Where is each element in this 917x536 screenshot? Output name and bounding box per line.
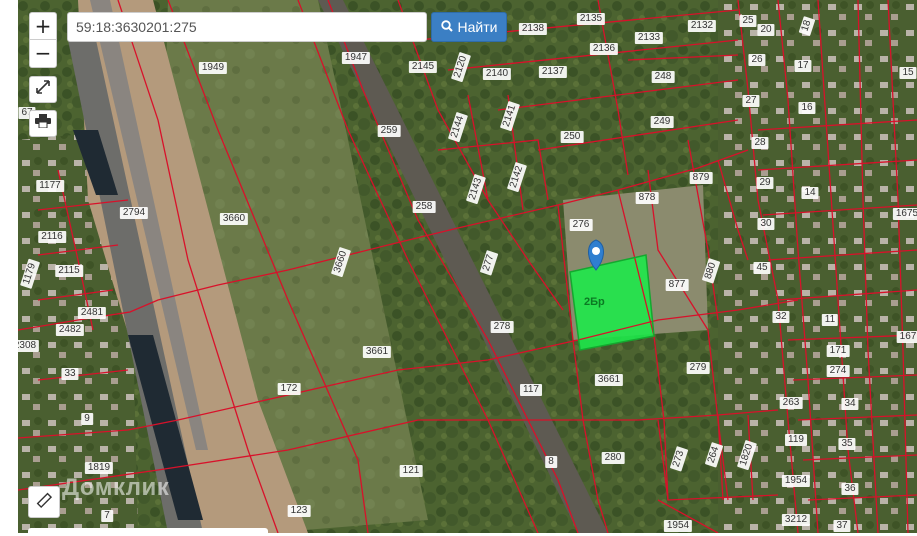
plot-number-label[interactable]: 37 [833,520,851,532]
plot-number-label[interactable]: 28 [751,137,769,149]
selected-plot-label: 2Бр [584,296,605,308]
plot-number-label[interactable]: 27 [742,95,760,107]
plot-number-label[interactable]: 879 [689,172,713,184]
satellite-map[interactable] [18,0,917,533]
plot-number-label[interactable]: 1954 [663,520,693,532]
plot-number-label[interactable]: 250 [560,131,584,143]
plot-number-label[interactable]: 32 [772,311,790,323]
plot-number-label[interactable]: 2115 [55,265,83,277]
plot-number-label[interactable]: 11 [821,314,839,326]
plot-number-label[interactable]: 263 [779,397,803,409]
plot-number-label[interactable]: 278 [490,321,514,333]
fullscreen-icon [36,80,50,99]
plot-number-label[interactable]: 2132 [687,20,717,32]
plot-number-label[interactable]: 171 [826,345,850,357]
plot-number-label[interactable]: 29 [756,177,774,189]
zoom-out-button[interactable]: − [30,40,56,67]
plot-number-label[interactable]: 2794 [119,207,149,219]
plot-number-label[interactable]: 15 [899,67,917,79]
plot-number-label[interactable]: 1819 [84,462,114,474]
plot-number-label[interactable]: 35 [838,438,856,450]
plot-number-label[interactable]: 274 [826,365,850,377]
zoom-control: + − [29,12,57,68]
plot-number-label[interactable]: 30 [757,218,775,230]
ruler-icon [35,491,53,514]
plot-number-label[interactable]: 9 [81,413,93,425]
plot-number-label[interactable]: 34 [841,398,859,410]
search-button-label: Найти [457,19,498,35]
plot-number-label[interactable]: 36 [841,483,859,495]
plot-number-label[interactable]: 2136 [589,43,619,55]
plot-number-label[interactable]: 7 [101,510,113,522]
plot-number-label[interactable]: 3661 [362,346,392,358]
plot-number-label[interactable]: 45 [753,262,771,274]
plot-number-label[interactable]: 172 [277,383,301,395]
plot-number-label[interactable]: 1949 [198,62,228,74]
plot-number-label[interactable]: 877 [665,279,689,291]
plot-number-label[interactable]: 16 [798,102,816,114]
plot-number-label[interactable]: 14 [801,187,819,199]
plot-number-label[interactable]: 279 [686,362,710,374]
plot-number-label[interactable]: 117 [520,384,542,396]
plot-number-label[interactable]: 3661 [594,374,624,386]
plot-number-label[interactable]: 8 [545,456,557,468]
plot-number-label[interactable]: 119 [785,434,807,446]
zoom-in-button[interactable]: + [30,13,56,40]
fullscreen-button[interactable] [29,76,57,103]
print-icon [35,114,51,133]
cadastral-search-input[interactable] [67,12,427,42]
plot-number-label[interactable]: 121 [399,465,423,477]
plot-number-label[interactable]: 167 [896,331,917,343]
plot-number-label[interactable]: 276 [569,219,593,231]
plot-number-label[interactable]: 2133 [634,32,664,44]
plot-number-label[interactable]: 2135 [576,13,606,25]
plot-number-label[interactable]: 2482 [55,324,85,336]
plot-number-label[interactable]: 17 [794,60,812,72]
plot-number-label[interactable]: 259 [377,125,401,137]
plot-number-label[interactable]: 1947 [341,52,371,64]
search-button[interactable]: Найти [431,12,507,42]
plot-number-label[interactable]: 2308 [18,340,40,352]
plot-number-label[interactable]: 1675 [892,208,917,220]
plot-number-label[interactable]: 2137 [538,66,568,78]
plot-number-label[interactable]: 33 [61,368,79,380]
plot-number-label[interactable]: 123 [287,505,311,517]
plot-number-label[interactable]: 20 [757,24,775,36]
plot-number-label[interactable]: 2481 [77,307,107,319]
plot-number-label[interactable]: 258 [412,201,436,213]
plot-number-label[interactable]: 26 [748,54,766,66]
plot-number-label[interactable]: 2138 [518,23,548,35]
plot-number-label[interactable]: 25 [739,15,757,27]
print-button[interactable] [29,110,57,137]
plot-number-label[interactable]: 878 [635,192,659,204]
plot-number-label[interactable]: 248 [651,71,675,83]
ruler-button[interactable] [28,486,60,518]
plot-number-label[interactable]: 3212 [781,514,811,526]
plot-number-label[interactable]: 3660 [219,213,249,225]
watermark: Домклик [62,474,170,501]
plot-number-label[interactable]: 1954 [781,475,811,487]
plot-number-label[interactable]: 2140 [482,68,512,80]
map-view[interactable]: 2135 2138 2132 25 20 18 1947 2145 2120 2140 2137 21… [18,0,917,533]
plot-number-label[interactable]: 2145 [408,61,438,73]
plot-number-label[interactable]: 1177 [36,180,64,192]
bottom-panel [28,528,268,536]
plot-number-label[interactable]: 249 [650,116,674,128]
plot-number-label[interactable]: 2116 [38,231,66,243]
search-icon [440,19,453,35]
plot-number-label[interactable]: 280 [601,452,625,464]
